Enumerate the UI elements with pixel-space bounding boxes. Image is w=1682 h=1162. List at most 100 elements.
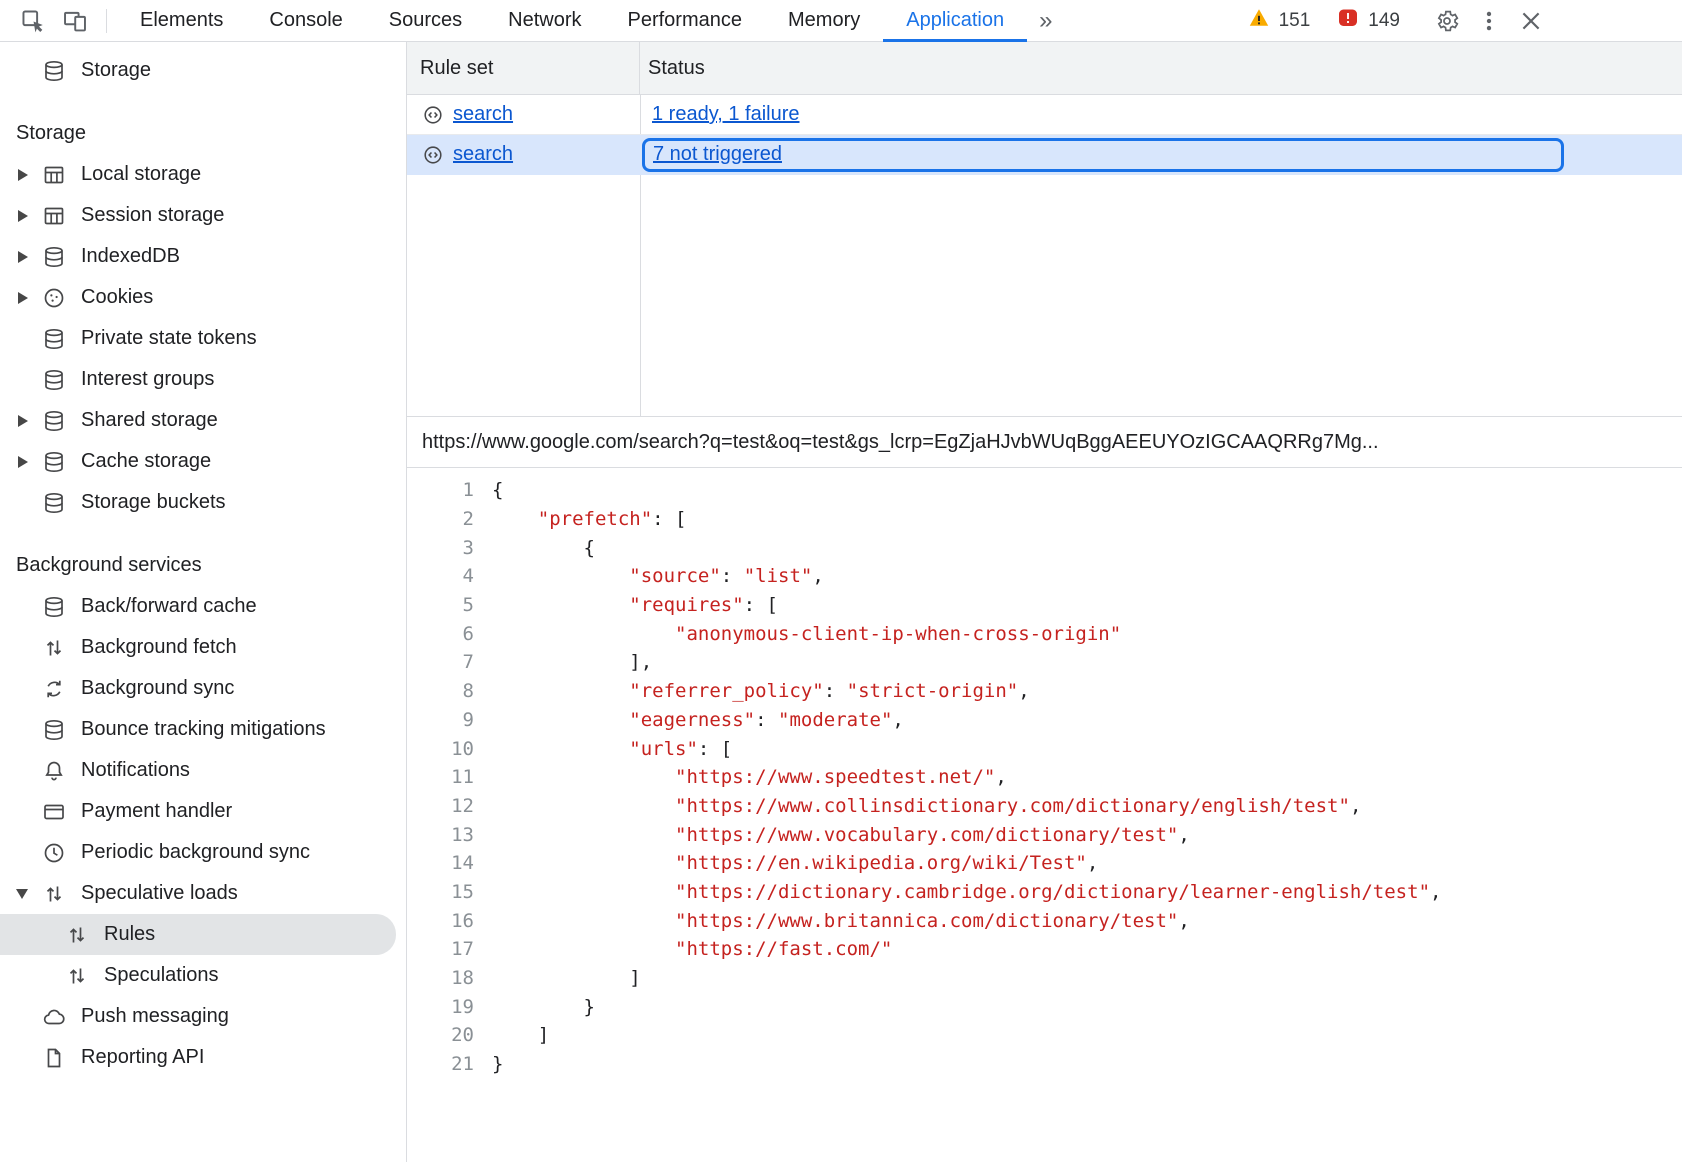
code-line: 10 "urls": [ [407,734,1682,763]
ruleset-name-link[interactable]: search [453,143,513,166]
ruleset-name-cell: search [407,143,640,166]
line-number[interactable]: 18 [407,967,474,989]
errors-badge[interactable]: 149 [1336,6,1400,36]
sidebar-item-speculations[interactable]: Speculations [0,955,396,996]
tab-elements[interactable]: Elements [117,0,246,42]
sidebar-item-label: Reporting API [81,1046,204,1069]
sidebar-item-storage-buckets[interactable]: Storage buckets [0,482,396,523]
ruleset-name-link[interactable]: search [453,103,513,126]
inspect-element-icon[interactable] [17,5,49,37]
line-number[interactable]: 21 [407,1053,474,1075]
tab-performance[interactable]: Performance [605,0,766,42]
ruleset-status-wrap: 7 not triggered [642,138,1564,172]
line-number[interactable]: 9 [407,709,474,731]
ruleset-row[interactable]: search 1 ready, 1 failure [407,95,1682,135]
sidebar-item-speculative-loads[interactable]: Speculative loads [0,873,396,914]
sidebar-item-interest-groups[interactable]: Interest groups [0,359,396,400]
sidebar-item-local-storage[interactable]: Local storage [0,154,396,195]
code-line: 13 "https://www.vocabulary.com/dictionar… [407,820,1682,849]
sidebar-item-session-storage[interactable]: Session storage [0,195,396,236]
ruleset-row[interactable]: search 7 not triggered [407,135,1682,175]
line-number[interactable]: 17 [407,938,474,960]
sidebar-item-bounce-tracking-mitigations[interactable]: Bounce tracking mitigations [0,709,396,750]
line-number[interactable]: 15 [407,881,474,903]
code-line-text: "source": "list", [474,565,824,587]
line-number[interactable]: 12 [407,795,474,817]
disclosure-triangle-icon[interactable] [14,889,42,899]
sidebar-item-back-forward-cache[interactable]: Back/forward cache [0,586,396,627]
sidebar-item-label: Rules [104,923,155,946]
ruleset-name-cell: search [407,103,640,126]
payment-card-icon [42,800,66,824]
sidebar-item-indexeddb[interactable]: IndexedDB [0,236,396,277]
line-number[interactable]: 10 [407,738,474,760]
column-header-rule-set-label: Rule set [420,57,493,80]
line-number[interactable]: 11 [407,766,474,788]
sidebar-item-background-sync[interactable]: Background sync [0,668,396,709]
sidebar-item-label: Storage buckets [81,491,226,514]
line-number[interactable]: 1 [407,479,474,501]
line-number[interactable]: 5 [407,594,474,616]
tab-application[interactable]: Application [883,0,1027,42]
code-line: 15 "https://dictionary.cambridge.org/dic… [407,878,1682,907]
disclosure-triangle-icon[interactable] [14,415,42,427]
line-number[interactable]: 3 [407,537,474,559]
sidebar-item-cache-storage[interactable]: Cache storage [0,441,396,482]
tab-console[interactable]: Console [246,0,365,42]
disclosure-triangle-icon[interactable] [14,169,42,181]
more-tabs-chevron[interactable]: » [1027,7,1064,35]
tab-network[interactable]: Network [485,0,604,42]
sidebar-item-reporting-api[interactable]: Reporting API [0,1037,396,1078]
tab-memory[interactable]: Memory [765,0,883,42]
disclosure-triangle-icon[interactable] [14,210,42,222]
line-number[interactable]: 20 [407,1024,474,1046]
sidebar-item-notifications[interactable]: Notifications [0,750,396,791]
line-number[interactable]: 16 [407,910,474,932]
database-icon [42,59,66,83]
sidebar-item-push-messaging[interactable]: Push messaging [0,996,396,1037]
close-icon[interactable] [1515,5,1547,37]
code-line-text: } [474,996,595,1018]
sidebar-item-storage[interactable]: Storage [0,50,396,91]
sidebar-item-private-state-tokens[interactable]: Private state tokens [0,318,396,359]
disclosure-triangle-icon[interactable] [14,251,42,263]
kebab-menu-icon[interactable] [1473,5,1505,37]
sidebar-item-label: Notifications [81,759,190,782]
warning-icon [1247,6,1271,36]
warnings-badge[interactable]: 151 [1247,6,1311,36]
code-line: 11 "https://www.speedtest.net/", [407,763,1682,792]
sync-icon [42,677,66,701]
settings-gear-icon[interactable] [1431,5,1463,37]
sidebar-item-background-fetch[interactable]: Background fetch [0,627,396,668]
line-number[interactable]: 13 [407,824,474,846]
toolbar-divider [106,9,107,33]
code-line: 6 "anonymous-client-ip-when-cross-origin… [407,619,1682,648]
tab-sources[interactable]: Sources [366,0,485,42]
code-line-text: { [474,479,503,501]
line-number[interactable]: 6 [407,623,474,645]
code-line-text: ] [474,1024,549,1046]
disclosure-triangle-icon[interactable] [14,292,42,304]
line-number[interactable]: 19 [407,996,474,1018]
sidebar-item-periodic-background-sync[interactable]: Periodic background sync [0,832,396,873]
device-toolbar-icon[interactable] [59,5,91,37]
line-number[interactable]: 2 [407,508,474,530]
ruleset-status-link[interactable]: 7 not triggered [653,143,782,166]
sidebar-item-cookies[interactable]: Cookies [0,277,396,318]
source-url-bar[interactable]: https://www.google.com/search?q=test&oq=… [407,417,1682,468]
sidebar-item-label: Periodic background sync [81,841,310,864]
source-code-viewer[interactable]: 1{2 "prefetch": [3 {4 "source": "list",5… [407,468,1682,1162]
sidebar-item-rules[interactable]: Rules [0,914,396,955]
database-icon [42,327,66,351]
ruleset-status-link[interactable]: 1 ready, 1 failure [652,103,800,126]
sidebar-item-payment-handler[interactable]: Payment handler [0,791,396,832]
line-number[interactable]: 7 [407,651,474,673]
ruleset-status-cell: 1 ready, 1 failure [640,95,1682,134]
code-line: 9 "eagerness": "moderate", [407,706,1682,735]
line-number[interactable]: 8 [407,680,474,702]
line-number[interactable]: 14 [407,852,474,874]
sidebar-item-shared-storage[interactable]: Shared storage [0,400,396,441]
database-icon [42,595,66,619]
line-number[interactable]: 4 [407,565,474,587]
disclosure-triangle-icon[interactable] [14,456,42,468]
